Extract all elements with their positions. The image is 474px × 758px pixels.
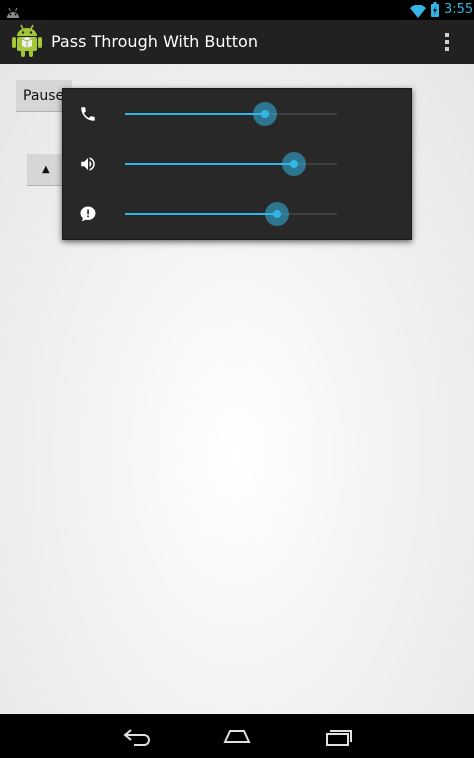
action-bar: Pass Through With Button	[0, 20, 474, 64]
media-volume-slider[interactable]	[125, 152, 337, 176]
up-arrow-button[interactable]: ▲	[27, 154, 63, 186]
notification-icon	[79, 205, 97, 227]
notification-volume-fill	[125, 213, 277, 215]
ringer-volume-thumb[interactable]	[253, 102, 277, 126]
phone-icon	[79, 105, 97, 127]
home-icon[interactable]	[222, 724, 252, 752]
ringer-volume-fill	[125, 113, 265, 115]
ringer-volume-slider[interactable]	[125, 102, 337, 126]
overflow-menu-icon[interactable]	[444, 32, 450, 56]
volume-panel	[62, 88, 412, 240]
volume-row-media	[63, 139, 413, 189]
status-time: 3:55	[444, 2, 474, 17]
battery-charging-icon	[431, 2, 439, 21]
volume-row-notification	[63, 189, 413, 239]
back-icon[interactable]	[122, 724, 152, 752]
notification-volume-slider[interactable]	[125, 202, 337, 226]
navigation-bar	[0, 714, 474, 758]
notification-volume-thumb[interactable]	[265, 202, 289, 226]
volume-row-ringer	[63, 89, 413, 139]
recent-apps-icon[interactable]	[324, 724, 354, 752]
android-robot-icon	[12, 24, 42, 62]
media-volume-thumb[interactable]	[282, 152, 306, 176]
speaker-icon	[79, 155, 97, 177]
status-bar: 3:55	[0, 0, 474, 20]
media-volume-fill	[125, 163, 294, 165]
app-title: Pass Through With Button	[51, 32, 258, 51]
